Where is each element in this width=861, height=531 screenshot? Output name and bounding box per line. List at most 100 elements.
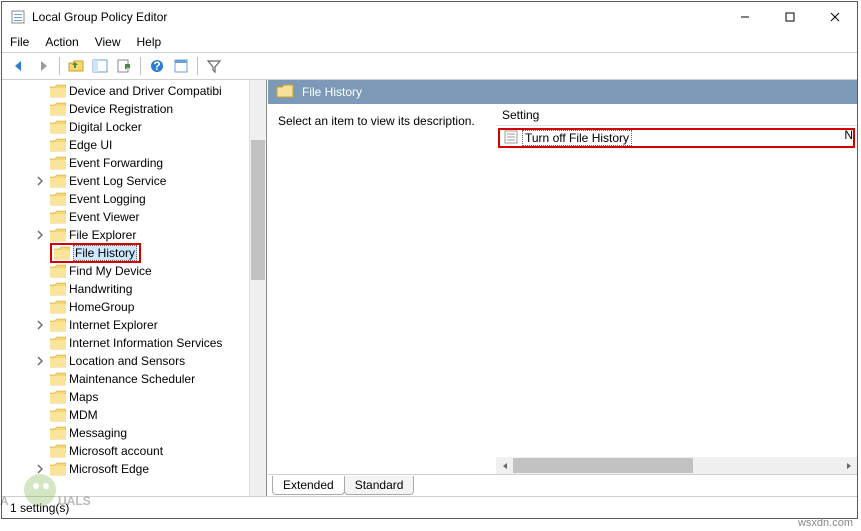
- scrollbar-thumb[interactable]: [513, 458, 693, 473]
- forward-button[interactable]: [32, 55, 54, 77]
- settings-list-panel: Setting Turn off File History N: [496, 104, 857, 474]
- menu-action[interactable]: Action: [45, 35, 78, 49]
- tree-node-label: HomeGroup: [69, 300, 134, 314]
- tab-extended[interactable]: Extended: [272, 476, 345, 495]
- tree-node-label: Edge UI: [69, 138, 112, 152]
- tree-node-label: File History: [73, 245, 137, 261]
- column-header-setting[interactable]: Setting: [496, 104, 857, 126]
- tree-node[interactable]: HomeGroup: [50, 298, 249, 316]
- folder-icon: [50, 102, 66, 116]
- folder-icon: [50, 120, 66, 134]
- export-list-button[interactable]: [113, 55, 135, 77]
- tree-node[interactable]: Edge UI: [50, 136, 249, 154]
- show-hide-tree-button[interactable]: [89, 55, 111, 77]
- expand-icon[interactable]: [34, 229, 46, 241]
- tree-node[interactable]: Event Viewer: [50, 208, 249, 226]
- tree-node[interactable]: Digital Locker: [50, 118, 249, 136]
- policy-icon: [504, 130, 518, 147]
- close-button[interactable]: [812, 2, 857, 32]
- folder-icon: [50, 354, 66, 368]
- expand-icon[interactable]: [34, 319, 46, 331]
- tree-node[interactable]: Event Forwarding: [50, 154, 249, 172]
- folder-icon: [50, 462, 66, 476]
- tree-node-label: Internet Explorer: [69, 318, 158, 332]
- tree-node[interactable]: File Explorer: [50, 226, 249, 244]
- tree-node[interactable]: Location and Sensors: [50, 352, 249, 370]
- tree-node[interactable]: File History: [50, 244, 249, 262]
- toolbar: ?: [2, 52, 857, 80]
- tree-node-label: Internet Information Services: [69, 336, 222, 350]
- policy-tree[interactable]: Device and Driver Compatibi Device Regist…: [2, 80, 249, 496]
- maximize-button[interactable]: [767, 2, 812, 32]
- description-panel: Select an item to view its description.: [268, 104, 496, 474]
- tree-node-label: Maintenance Scheduler: [69, 372, 195, 386]
- tree-node-label: MDM: [69, 408, 98, 422]
- tree-node[interactable]: Messaging: [50, 424, 249, 442]
- tree-pane: Device and Driver Compatibi Device Regist…: [2, 80, 267, 496]
- expand-icon[interactable]: [34, 175, 46, 187]
- scroll-right-button[interactable]: [840, 457, 857, 474]
- tree-node-label: Event Log Service: [69, 174, 166, 188]
- tree-node-label: Event Viewer: [69, 210, 139, 224]
- minimize-button[interactable]: [722, 2, 767, 32]
- folder-icon: [50, 408, 66, 422]
- scrollbar-track[interactable]: [513, 457, 840, 474]
- tree-node[interactable]: Microsoft account: [50, 442, 249, 460]
- help-button[interactable]: ?: [146, 55, 168, 77]
- tree-node[interactable]: MDM: [50, 406, 249, 424]
- window-title: Local Group Policy Editor: [32, 10, 722, 24]
- tree-scrollbar[interactable]: [249, 80, 266, 496]
- tree-node[interactable]: Find My Device: [50, 262, 249, 280]
- menu-help[interactable]: Help: [137, 35, 162, 49]
- folder-icon: [50, 192, 66, 206]
- tree-node-label: Event Forwarding: [69, 156, 163, 170]
- tree-node[interactable]: Event Log Service: [50, 172, 249, 190]
- scrollbar-thumb[interactable]: [251, 140, 265, 280]
- folder-icon: [54, 246, 70, 260]
- properties-button[interactable]: [170, 55, 192, 77]
- setting-name: Turn off File History: [522, 130, 632, 146]
- tree-node[interactable]: Internet Explorer: [50, 316, 249, 334]
- tree-node[interactable]: Internet Information Services: [50, 334, 249, 352]
- tree-node[interactable]: Device Registration: [50, 100, 249, 118]
- tab-standard[interactable]: Standard: [344, 476, 415, 495]
- folder-icon: [50, 264, 66, 278]
- tree-node[interactable]: Maps: [50, 388, 249, 406]
- toolbar-separator: [59, 57, 60, 75]
- expand-icon[interactable]: [34, 463, 46, 475]
- folder-icon: [50, 390, 66, 404]
- horizontal-scrollbar[interactable]: [496, 457, 857, 474]
- filter-button[interactable]: [203, 55, 225, 77]
- settings-list[interactable]: Turn off File History N: [496, 126, 857, 457]
- tree-node-label: Device Registration: [69, 102, 173, 116]
- tree-node-label: Handwriting: [69, 282, 132, 296]
- folder-icon: [50, 318, 66, 332]
- back-button[interactable]: [8, 55, 30, 77]
- folder-icon: [50, 300, 66, 314]
- tree-node-label: File Explorer: [69, 228, 136, 242]
- folder-icon: [50, 174, 66, 188]
- tree-node-label: Microsoft account: [69, 444, 163, 458]
- menubar: File Action View Help: [2, 32, 857, 52]
- details-title: File History: [302, 85, 362, 99]
- description-text: Select an item to view its description.: [278, 114, 475, 128]
- tree-node-label: Messaging: [69, 426, 127, 440]
- window-buttons: [722, 2, 857, 32]
- tree-node[interactable]: Microsoft Edge: [50, 460, 249, 478]
- menu-view[interactable]: View: [95, 35, 121, 49]
- folder-icon: [50, 84, 66, 98]
- tree-node[interactable]: Event Logging: [50, 190, 249, 208]
- setting-row[interactable]: Turn off File History: [498, 128, 855, 148]
- content-area: Device and Driver Compatibi Device Regist…: [2, 80, 857, 496]
- svg-text:?: ?: [153, 59, 160, 73]
- tree-node[interactable]: Maintenance Scheduler: [50, 370, 249, 388]
- tree-node-label: Location and Sensors: [69, 354, 185, 368]
- menu-file[interactable]: File: [10, 35, 29, 49]
- tree-node-label: Find My Device: [69, 264, 152, 278]
- folder-icon: [50, 228, 66, 242]
- tree-node[interactable]: Handwriting: [50, 280, 249, 298]
- up-folder-button[interactable]: [65, 55, 87, 77]
- tree-node[interactable]: Device and Driver Compatibi: [50, 82, 249, 100]
- expand-icon[interactable]: [34, 355, 46, 367]
- scroll-left-button[interactable]: [496, 457, 513, 474]
